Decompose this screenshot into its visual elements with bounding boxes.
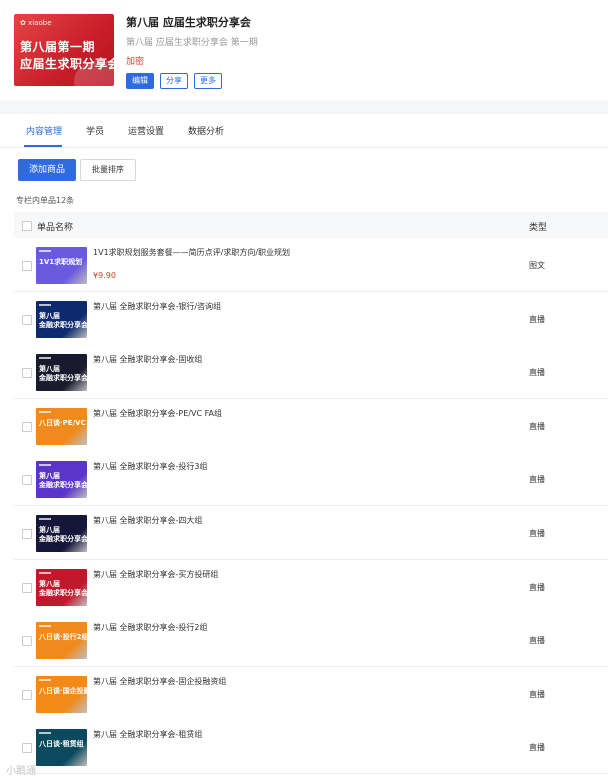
table-row[interactable]: 八日谈·PE/VC FA组第八届 全融求职分享会-PE/VC FA组直播 xyxy=(14,398,608,453)
batch-sort-button[interactable]: 批量排序 xyxy=(80,159,136,181)
thumbnail-logo xyxy=(39,357,51,360)
item-type: 直播 xyxy=(529,368,545,378)
thumbnail-logo xyxy=(39,625,51,628)
item-name[interactable]: 第八届 全融求职分享会-租赁组 xyxy=(93,729,202,740)
cover-line-1: 第八届第一期 xyxy=(20,40,96,54)
item-name[interactable]: 第八届 全融求职分享会-固收组 xyxy=(93,354,202,365)
thumbnail-text: 第八届 金融求职分享会 xyxy=(39,526,87,543)
table-row[interactable]: 第八届 金融求职分享会 第八届 全融求职分享会-买方投研组直播 xyxy=(14,559,608,614)
select-all-checkbox[interactable] xyxy=(22,221,32,231)
item-type: 直播 xyxy=(529,689,545,699)
header-actions: 编辑 分享 更多 xyxy=(126,73,222,89)
column-header-type: 类型 xyxy=(529,223,548,233)
row-checkbox[interactable] xyxy=(22,475,32,486)
item-name[interactable]: 第八届 全融求职分享会-四大组 xyxy=(93,515,202,526)
item-type: 直播 xyxy=(529,636,545,646)
thumbnail-text: 第八届 金融求职分享会 xyxy=(39,365,87,383)
row-checkbox[interactable] xyxy=(22,368,32,379)
row-checkbox[interactable] xyxy=(22,529,32,539)
course-header: ✿ xiaobe 第八届第一期 应届生求职分享会 第八届 应届生求职分享会 第八… xyxy=(0,0,608,100)
row-checkbox[interactable] xyxy=(22,582,32,593)
item-price: ¥9.90 xyxy=(93,271,116,280)
tab-data-analysis[interactable]: 数据分析 xyxy=(188,124,224,137)
row-checkbox[interactable] xyxy=(22,743,32,754)
item-name[interactable]: 第八届 全融求职分享会-PE/VC FA组 xyxy=(93,408,222,419)
item-type: 直播 xyxy=(529,314,545,324)
item-name[interactable]: 第八届 全融求职分享会-买方投研组 xyxy=(93,569,218,580)
column-header-name: 单品名称 xyxy=(37,223,74,233)
thumbnail-logo xyxy=(39,464,51,467)
item-thumbnail[interactable]: 第八届 金融求职分享会 xyxy=(36,354,87,392)
item-name[interactable]: 1V1求职规划服务套餐——简历点评/求职方向/职业规划 xyxy=(93,247,290,258)
table-row[interactable]: 第八届 金融求职分享会 第八届 全融求职分享会-银行/咨询组直播 xyxy=(14,291,608,346)
course-subtitle: 第八届 应届生求职分享会 第一期 xyxy=(126,38,258,48)
row-checkbox[interactable] xyxy=(22,421,32,432)
table-row[interactable]: 第八届 金融求职分享会 第八届 全融求职分享会-投行3组直播 xyxy=(14,452,608,507)
add-item-button[interactable]: 添加商品 xyxy=(18,159,76,181)
table-row[interactable]: 八日谈·国企投融资第八届 全融求职分享会-固企投融资组直播 xyxy=(14,666,608,721)
share-button[interactable]: 分享 xyxy=(160,73,188,89)
item-type: 直播 xyxy=(529,582,545,592)
section-separator xyxy=(0,100,608,114)
table-row[interactable]: 第八届 金融求职分享会 第八届 全融求职分享会-四大组直播 xyxy=(14,506,608,560)
edit-button[interactable]: 编辑 xyxy=(126,73,154,89)
thumbnail-text: 第八届 金融求职分享会 xyxy=(39,472,87,490)
more-button[interactable]: 更多 xyxy=(194,73,222,89)
item-thumbnail[interactable]: 第八届 金融求职分享会 xyxy=(36,515,87,552)
item-type: 直播 xyxy=(529,421,545,431)
thumbnail-logo xyxy=(39,678,51,681)
table-row[interactable]: 第八届 金融求职分享会 第八届 全融求职分享会-固收组直播 xyxy=(14,345,608,400)
item-thumbnail[interactable]: 八日谈·PE/VC FA组 xyxy=(36,407,87,445)
row-checkbox[interactable] xyxy=(22,314,32,325)
row-checkbox[interactable] xyxy=(22,261,32,271)
thumbnail-text: 八日谈·投行2组 xyxy=(39,633,87,642)
tab-content-management[interactable]: 内容管理 xyxy=(26,124,62,137)
thumbnail-text: 1V1求职规划 xyxy=(39,258,83,266)
table-row[interactable]: 八日谈·投行2组 第八届 全融求职分享会-投行2组直播 xyxy=(14,613,608,668)
item-thumbnail[interactable]: 八日谈·租赁组 xyxy=(36,729,87,767)
item-type: 直播 xyxy=(529,743,545,753)
row-checkbox[interactable] xyxy=(22,636,32,647)
table-row[interactable]: 1V1求职规划 1V1求职规划服务套餐——简历点评/求职方向/职业规划 ¥9.90 图… xyxy=(14,238,608,292)
tab-bar: 内容管理 学员 运营设置 数据分析 xyxy=(0,114,608,148)
watermark: 小鹅通 xyxy=(6,766,36,777)
cover-brand: ✿ xiaobe xyxy=(20,19,52,27)
thumbnail-text: 八日谈·PE/VC FA组 xyxy=(39,418,86,427)
table-row[interactable]: 八日谈·租赁组 第八届 全融求职分享会-租赁组直播 xyxy=(14,720,608,775)
encrypted-status: 加密 xyxy=(126,57,145,67)
item-type: 图文 xyxy=(529,261,545,270)
item-count: 专栏内单品12条 xyxy=(16,196,75,205)
thumbnail-text: 八日谈·租赁组 xyxy=(39,740,84,749)
item-name[interactable]: 第八届 全融求职分享会-投行2组 xyxy=(93,622,208,633)
course-cover-image: ✿ xiaobe 第八届第一期 应届生求职分享会 xyxy=(14,14,114,86)
thumbnail-logo xyxy=(39,518,51,520)
table-header: 单品名称 类型 xyxy=(14,212,608,239)
item-type: 直播 xyxy=(529,475,545,485)
thumbnail-text: 第八届 金融求职分享会 xyxy=(39,579,87,597)
row-checkbox[interactable] xyxy=(22,689,32,700)
item-name[interactable]: 第八届 全融求职分享会-固企投融资组 xyxy=(93,676,226,687)
item-thumbnail[interactable]: 第八届 金融求职分享会 xyxy=(36,568,87,606)
item-thumbnail[interactable]: 八日谈·国企投融资 xyxy=(36,675,87,713)
thumbnail-logo xyxy=(39,303,51,306)
thumbnail-logo xyxy=(39,250,51,252)
thumbnail-text: 第八届 金融求职分享会 xyxy=(39,311,87,329)
thumbnail-text: 八日谈·国企投融资 xyxy=(39,686,87,695)
item-thumbnail[interactable]: 第八届 金融求职分享会 xyxy=(36,461,87,499)
course-title: 第八届 应届生求职分享会 xyxy=(126,16,251,29)
tab-students[interactable]: 学员 xyxy=(86,124,104,137)
item-name[interactable]: 第八届 全融求职分享会-投行3组 xyxy=(93,461,208,472)
item-thumbnail[interactable]: 1V1求职规划 xyxy=(36,247,87,284)
thumbnail-logo xyxy=(39,410,51,413)
active-tab-indicator xyxy=(24,145,62,147)
item-name[interactable]: 第八届 全融求职分享会-银行/咨询组 xyxy=(93,301,221,312)
thumbnail-logo xyxy=(39,732,51,735)
item-thumbnail[interactable]: 第八届 金融求职分享会 xyxy=(36,300,87,338)
item-type: 直播 xyxy=(529,529,545,538)
tab-operation-settings[interactable]: 运营设置 xyxy=(128,124,164,137)
thumbnail-logo xyxy=(39,571,51,574)
item-thumbnail[interactable]: 八日谈·投行2组 xyxy=(36,622,87,660)
